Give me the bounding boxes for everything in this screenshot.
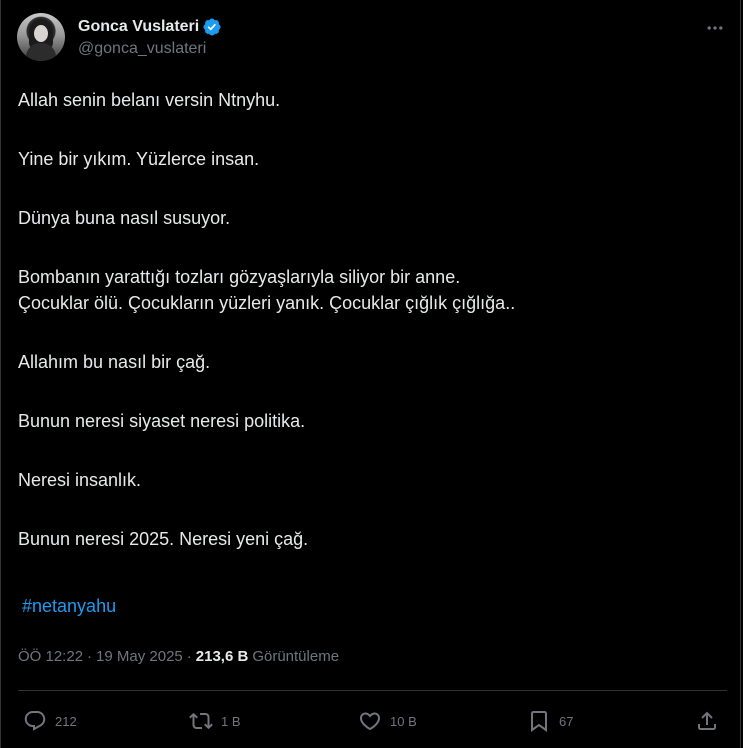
display-name[interactable]: Gonca Vuslateri (78, 18, 199, 36)
tweet-line: Dünya buna nasıl susuyor. (18, 208, 231, 228)
tweet-paragraph: Allahım bu nasıl bir çağ. (18, 349, 723, 375)
bookmark-count: 67 (559, 713, 574, 729)
retweet-icon (189, 712, 213, 730)
meta-separator: · (186, 648, 192, 665)
share-icon (698, 711, 716, 730)
hashtag-link[interactable]: #netanyahu (22, 596, 116, 617)
tweet-paragraph: Bunun neresi siyaset neresi politika. (18, 408, 723, 434)
tweet-paragraph: Bombanın yarattığı tozları gözyaşlarıyla… (18, 264, 723, 316)
meta-separator: · (87, 648, 93, 665)
divider (18, 690, 727, 691)
bookmark-button[interactable]: 67 (527, 707, 573, 735)
author-names: Gonca Vuslateri @gonca_vuslateri (78, 16, 222, 58)
views-label: Görüntüleme (252, 648, 340, 665)
tweet-line: Bunun neresi siyaset neresi politika. (18, 411, 306, 431)
tweet-date[interactable]: 19 May 2025 (96, 648, 183, 665)
like-button[interactable]: 10 B (358, 707, 417, 735)
tweet-paragraph: Yine bir yıkım. Yüzlerce insan. (18, 146, 723, 172)
tweet-card: Gonca Vuslateri @gonca_vuslateri Allah s… (0, 0, 741, 748)
verified-badge-icon[interactable] (202, 17, 222, 37)
tweet-paragraph: Dünya buna nasıl susuyor. (18, 205, 723, 231)
retweet-button[interactable]: 1 B (189, 707, 241, 735)
reply-count: 212 (55, 713, 77, 729)
tweet-paragraph: Bunun neresi 2025. Neresi yeni çağ. (18, 526, 723, 552)
tweet-meta: ÖÖ 12:22 · 19 May 2025 · 213,6 B Görüntü… (18, 648, 339, 665)
avatar-face (34, 25, 48, 42)
bookmark-icon (531, 711, 547, 732)
reply-icon (24, 711, 46, 731)
heart-icon (359, 712, 381, 731)
share-button[interactable] (695, 707, 719, 735)
tweet-line: Çocuklar ölü. Çocukların yüzleri yanık. … (18, 293, 516, 313)
ellipsis-icon (707, 26, 723, 30)
tweet-header: Gonca Vuslateri @gonca_vuslateri (17, 13, 728, 69)
more-options-button[interactable] (704, 17, 726, 39)
tweet-text: Allah senin belanı versin Ntnyhu. Yine b… (18, 87, 723, 552)
tweet-paragraph: Neresi insanlık. (18, 467, 723, 493)
tweet-time[interactable]: ÖÖ 12:22 (18, 648, 83, 665)
like-count: 10 B (390, 713, 417, 729)
reply-button[interactable]: 212 (23, 707, 77, 735)
retweet-count: 1 B (221, 713, 241, 729)
tweet-line: Bombanın yarattığı tozları gözyaşlarıyla… (18, 267, 461, 287)
author-handle[interactable]: @gonca_vuslateri (78, 40, 222, 58)
tweet-line: Allah senin belanı versin Ntnyhu. (18, 90, 281, 110)
tweet-line: Bunun neresi 2025. Neresi yeni çağ. (18, 529, 309, 549)
tweet-line: Neresi insanlık. (18, 470, 142, 490)
tweet-line: Yine bir yıkım. Yüzlerce insan. (18, 149, 260, 169)
display-name-row: Gonca Vuslateri (78, 16, 222, 38)
avatar[interactable] (17, 13, 65, 61)
views-count[interactable]: 213,6 B (196, 648, 249, 665)
tweet-line: Allahım bu nasıl bir çağ. (18, 352, 211, 372)
tweet-paragraph: Allah senin belanı versin Ntnyhu. (18, 87, 723, 113)
action-bar: 212 1 B 10 B 67 (23, 707, 723, 735)
